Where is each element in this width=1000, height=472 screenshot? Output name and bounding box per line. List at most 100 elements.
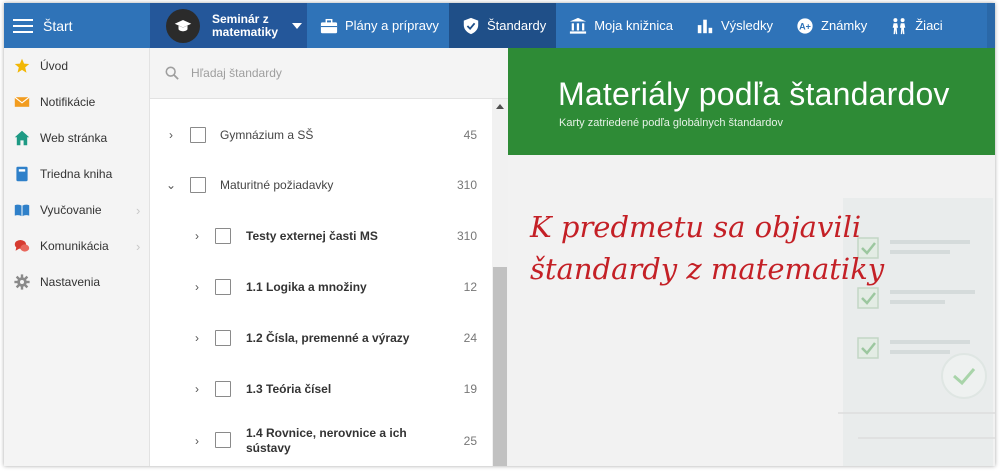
sidebar: Úvod Notifikácie Web stránka Triedna kni… [4,48,150,466]
chevron-right-icon[interactable]: › [165,128,177,142]
page-banner: Materiály podľa štandardov Karty zatried… [508,48,995,155]
nav-label: Žiaci [915,18,943,33]
subject-label: Seminár z matematiky [212,11,279,39]
row-checkbox[interactable] [190,177,206,193]
gear-icon [13,273,31,291]
sidebar-item-triedna-kniha[interactable]: Triedna kniha [4,156,149,192]
tree-row[interactable]: › 1.2 Čísla, premenné a výrazy 24 [150,328,492,348]
row-label: Maturitné požiadavky [220,177,334,192]
row-checkbox[interactable] [215,432,231,448]
sidebar-item-label: Web stránka [40,131,108,145]
row-checkbox[interactable] [215,279,231,295]
main-nav: Plány a prípravy Štandardy Moja knižnica… [307,3,953,48]
annotation-text: K predmetu sa objavili štandardy z matem… [530,206,884,290]
sidebar-item-label: Notifikácie [40,95,96,109]
sidebar-item-label: Komunikácia [40,239,109,253]
row-checkbox[interactable] [215,330,231,346]
row-checkbox[interactable] [215,381,231,397]
row-count: 310 [456,178,477,192]
sidebar-item-label: Triedna kniha [40,167,113,181]
chevron-down-icon [292,22,302,29]
row-label: Gymnázium a SŠ [220,127,314,142]
book-icon [13,165,31,183]
nav-label: Výsledky [720,18,773,33]
nav-label: Štandardy [486,18,547,33]
sidebar-item-komunikacia[interactable]: Komunikácia › [4,228,149,264]
chevron-down-icon[interactable]: ⌄ [165,178,177,192]
scrollbar[interactable] [492,99,508,466]
annotation-line: K predmetu sa objavili [530,210,862,244]
nav-label: Moja knižnica [594,18,673,33]
chevron-right-icon: › [136,202,141,218]
nav-label: Plány a prípravy [345,18,439,33]
tree-row[interactable]: › Testy externej časti MS 310 [150,226,492,246]
search-icon [165,66,179,80]
standards-tree: › Gymnázium a SŠ 45 ⌄ Maturitné požiadav… [150,99,492,466]
tree-row[interactable]: › 1.3 Teória čísel 19 [150,379,492,399]
sidebar-item-notifikacie[interactable]: Notifikácie [4,84,149,120]
sidebar-item-label: Vyučovanie [40,203,102,217]
chevron-right-icon[interactable]: › [191,280,203,294]
chevron-right-icon[interactable]: › [191,434,203,448]
nav-plany[interactable]: Plány a prípravy [307,3,449,48]
nav-kniznica[interactable]: Moja knižnica [556,3,683,48]
svg-text:A+: A+ [799,21,811,31]
sidebar-item-label: Nastavenia [40,275,101,289]
sidebar-item-vyucovanie[interactable]: Vyučovanie › [4,192,149,228]
nav-vysledky[interactable]: Výsledky [683,3,783,48]
scrollbar-thumb[interactable] [493,267,507,466]
graduation-cap-icon [166,8,200,43]
chevron-right-icon[interactable]: › [191,382,203,396]
grades-icon: A+ [796,17,814,35]
nav-label: Známky [821,18,868,33]
topbar-edge [987,3,995,48]
home-icon [13,129,31,147]
sidebar-item-nastavenia[interactable]: Nastavenia [4,264,149,300]
row-checkbox[interactable] [215,228,231,244]
content-area: Materiály podľa štandardov Karty zatried… [508,48,995,466]
page-title: Materiály podľa štandardov [558,76,950,112]
row-label: Testy externej časti MS [246,228,378,243]
row-count: 12 [463,280,477,294]
chevron-right-icon: › [136,238,141,254]
sidebar-item-label: Úvod [40,59,69,73]
tree-row[interactable]: › Gymnázium a SŠ 45 [150,125,492,145]
top-bar: Štart Seminár z matematiky Plány a prípr… [4,3,995,48]
nav-znamky[interactable]: A+ Známky [783,3,877,48]
row-count: 24 [463,331,477,345]
scroll-up-arrow-icon[interactable] [496,104,504,109]
briefcase-icon [320,17,338,35]
row-checkbox[interactable] [190,127,206,143]
chevron-right-icon[interactable]: › [191,229,203,243]
nav-ziaci[interactable]: Žiaci [877,3,952,48]
row-count: 25 [463,434,477,448]
bar-chart-icon [696,17,714,35]
app-window: Štart Seminár z matematiky Plány a prípr… [4,3,995,466]
subject-selector[interactable]: Seminár z matematiky [150,3,307,48]
row-count: 45 [463,128,477,142]
row-label: 1.4 Rovnice, nerovnice a ich sústavy [246,426,407,455]
tree-row[interactable]: › 1.1 Logika a množiny 12 [150,277,492,297]
search-input[interactable] [191,66,471,80]
chevron-right-icon[interactable]: › [191,331,203,345]
row-label: 1.2 Čísla, premenné a výrazy [246,330,410,345]
chat-icon [13,237,31,255]
sidebar-item-uvod[interactable]: Úvod [4,48,149,84]
sidebar-item-web-stranka[interactable]: Web stránka [4,120,149,156]
envelope-icon [13,93,31,111]
hamburger-icon[interactable] [13,18,33,33]
nav-standardy[interactable]: Štandardy [448,3,557,48]
tree-row[interactable]: › 1.4 Rovnice, nerovnice a ich sústavy 2… [150,424,492,458]
row-label: 1.3 Teória čísel [246,381,332,396]
star-icon [13,57,31,75]
row-label: 1.1 Logika a množiny [246,279,367,294]
tree-row[interactable]: ⌄ Maturitné požiadavky 310 [150,175,492,195]
start-label: Štart [43,17,73,34]
start-button[interactable]: Štart [4,3,150,48]
standards-panel: › Gymnázium a SŠ 45 ⌄ Maturitné požiadav… [150,48,508,466]
annotation-line: štandardy z matematiky [530,252,885,286]
row-count: 19 [463,382,477,396]
row-count: 310 [456,229,477,243]
page-subtitle: Karty zatriedené podľa globálnych štanda… [559,117,783,129]
students-icon [890,17,908,35]
